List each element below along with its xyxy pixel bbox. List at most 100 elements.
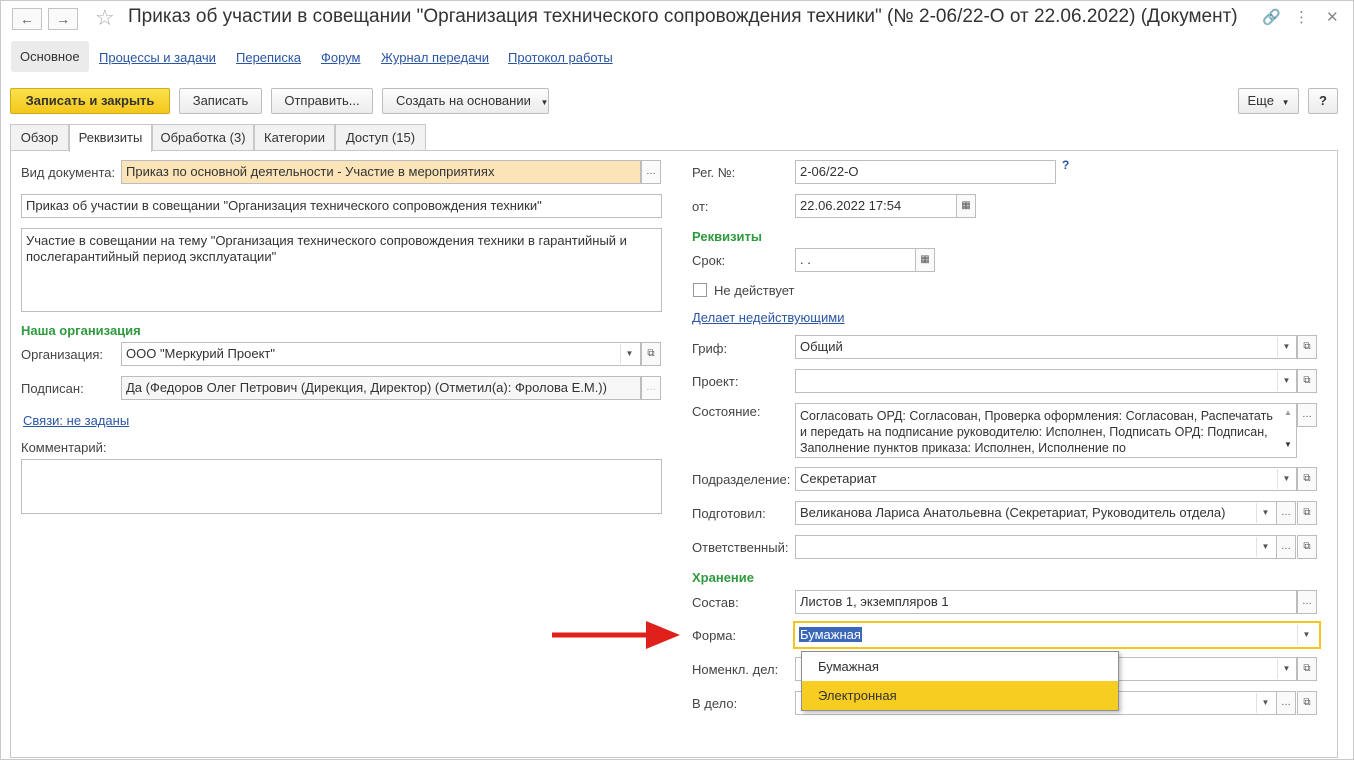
prepared-field[interactable]: Великанова Лариса Анатольевна (Секретари… [795, 501, 1277, 525]
create-based-on-button[interactable]: Создать на основании ▼ [382, 88, 549, 114]
reg-no-field[interactable]: 2-06/22-О [795, 160, 1056, 184]
reg-no-label: Рег. №: [692, 165, 736, 180]
chevron-down-icon[interactable]: ▼ [1256, 537, 1274, 557]
doc-type-label: Вид документа: [21, 165, 116, 180]
form-field[interactable]: Бумажная [793, 621, 1321, 649]
nav-tab-processes[interactable]: Процессы и задачи [99, 50, 216, 65]
ellipsis-icon[interactable]: … [641, 376, 661, 400]
prepared-label: Подготовил: [692, 506, 766, 521]
chevron-down-icon[interactable]: ▼ [620, 344, 638, 364]
summary-field[interactable]: Участие в совещании на тему "Организация… [21, 228, 662, 312]
responsible-field[interactable] [795, 535, 1277, 559]
ellipsis-icon[interactable]: … [1276, 691, 1296, 715]
inactive-checkbox[interactable] [693, 283, 707, 297]
date-field[interactable]: 22.06.2022 17:54 [795, 194, 957, 218]
calendar-icon[interactable]: ▦ [915, 248, 935, 272]
doc-type-field[interactable]: Приказ по основной деятельности - Участи… [121, 160, 641, 184]
to-case-label: В дело: [692, 696, 738, 711]
org-field[interactable]: ООО "Меркурий Проект" [121, 342, 641, 366]
requisites-section-title: Реквизиты [692, 229, 762, 244]
nav-tab-main[interactable]: Основное [11, 41, 89, 72]
from-label: от: [692, 199, 709, 214]
chevron-down-icon[interactable]: ▼ [1277, 469, 1295, 489]
composition-field[interactable]: Листов 1, экземпляров 1 [795, 590, 1297, 614]
chevron-down-icon[interactable]: ▼ [1256, 693, 1274, 713]
ellipsis-icon[interactable]: … [1276, 501, 1296, 525]
open-icon[interactable]: ⧉ [1297, 691, 1317, 715]
favorite-star-icon[interactable]: ☆ [95, 5, 115, 31]
window-title: Приказ об участии в совещании "Организац… [128, 6, 1238, 27]
form-selected-text: Бумажная [799, 627, 862, 642]
tab-access[interactable]: Доступ (15) [335, 124, 426, 150]
state-label: Состояние: [692, 404, 761, 419]
composition-label: Состав: [692, 595, 739, 610]
comment-field[interactable] [21, 459, 662, 514]
dept-label: Подразделение: [692, 472, 791, 487]
forward-arrow-icon[interactable]: → [48, 8, 78, 30]
links-link[interactable]: Связи: не заданы [23, 413, 129, 428]
nav-tab-forum[interactable]: Форум [321, 50, 361, 65]
scroll-down-icon[interactable]: ▼ [1284, 440, 1292, 449]
send-button[interactable]: Отправить... [271, 88, 373, 114]
deadline-label: Срок: [692, 253, 726, 268]
scroll-up-icon[interactable]: ▲ [1284, 408, 1292, 417]
tab-overview[interactable]: Обзор [10, 124, 69, 150]
responsible-label: Ответственный: [692, 540, 789, 555]
more-label: Еще [1247, 93, 1274, 108]
ellipsis-icon[interactable]: … [1297, 590, 1317, 614]
nav-tab-work-protocol[interactable]: Протокол работы [508, 50, 613, 65]
open-icon[interactable]: ⧉ [1297, 335, 1317, 359]
signed-label: Подписан: [21, 381, 84, 396]
our-org-section-title: Наша организация [21, 323, 141, 338]
form-label: Форма: [692, 628, 737, 643]
help-question-icon[interactable]: ? [1062, 158, 1069, 172]
dropdown-option-electronic[interactable]: Электронная [802, 681, 1118, 710]
more-vertical-icon[interactable]: ⋮ [1294, 8, 1309, 26]
nav-tab-transfer-log[interactable]: Журнал передачи [381, 50, 489, 65]
nav-tab-correspondence[interactable]: Переписка [236, 50, 301, 65]
chevron-down-icon[interactable]: ▼ [1277, 371, 1295, 391]
ellipsis-icon[interactable]: … [641, 160, 661, 184]
state-field[interactable]: Согласовать ОРД: Согласован, Проверка оф… [795, 403, 1297, 458]
close-icon[interactable]: ✕ [1326, 8, 1339, 26]
dropdown-option-paper[interactable]: Бумажная [802, 652, 1118, 681]
ellipsis-icon[interactable]: … [1297, 403, 1317, 427]
signed-field[interactable]: Да (Федоров Олег Петрович (Дирекция, Дир… [121, 376, 641, 400]
open-icon[interactable]: ⧉ [1297, 501, 1317, 525]
calendar-icon[interactable]: ▦ [956, 194, 976, 218]
chevron-down-icon: ▼ [540, 98, 549, 107]
makes-invalid-link[interactable]: Делает недействующими [692, 310, 844, 325]
open-icon[interactable]: ⧉ [1297, 535, 1317, 559]
tab-categories[interactable]: Категории [254, 124, 335, 150]
open-icon[interactable]: ⧉ [641, 342, 661, 366]
open-icon[interactable]: ⧉ [1297, 369, 1317, 393]
comment-label: Комментарий: [21, 440, 107, 455]
stamp-label: Гриф: [692, 341, 728, 356]
title-field[interactable]: Приказ об участии в совещании "Организац… [21, 194, 662, 218]
deadline-field[interactable]: . . [795, 248, 916, 272]
chevron-down-icon[interactable]: ▼ [1297, 625, 1315, 645]
stamp-field[interactable]: Общий [795, 335, 1297, 359]
back-arrow-icon[interactable]: ← [12, 8, 42, 30]
nomencl-label: Номенкл. дел: [692, 662, 779, 677]
red-arrow-annotation [552, 621, 680, 649]
open-icon[interactable]: ⧉ [1297, 467, 1317, 491]
help-button[interactable]: ? [1308, 88, 1338, 114]
open-icon[interactable]: ⧉ [1297, 657, 1317, 681]
save-and-close-button[interactable]: Записать и закрыть [10, 88, 170, 114]
form-dropdown-list: Бумажная Электронная [801, 651, 1119, 711]
chevron-down-icon[interactable]: ▼ [1277, 337, 1295, 357]
project-field[interactable] [795, 369, 1297, 393]
project-label: Проект: [692, 374, 739, 389]
dept-field[interactable]: Секретариат [795, 467, 1297, 491]
chevron-down-icon[interactable]: ▼ [1256, 503, 1274, 523]
create-based-on-label: Создать на основании [396, 93, 531, 108]
link-icon[interactable]: 🔗 [1262, 8, 1281, 26]
chevron-down-icon[interactable]: ▼ [1277, 659, 1295, 679]
more-button[interactable]: Еще ▼ [1238, 88, 1299, 114]
save-button[interactable]: Записать [179, 88, 262, 114]
tab-processing[interactable]: Обработка (3) [152, 124, 254, 150]
ellipsis-icon[interactable]: … [1276, 535, 1296, 559]
org-label: Организация: [21, 347, 104, 362]
tab-requisites[interactable]: Реквизиты [69, 124, 152, 152]
